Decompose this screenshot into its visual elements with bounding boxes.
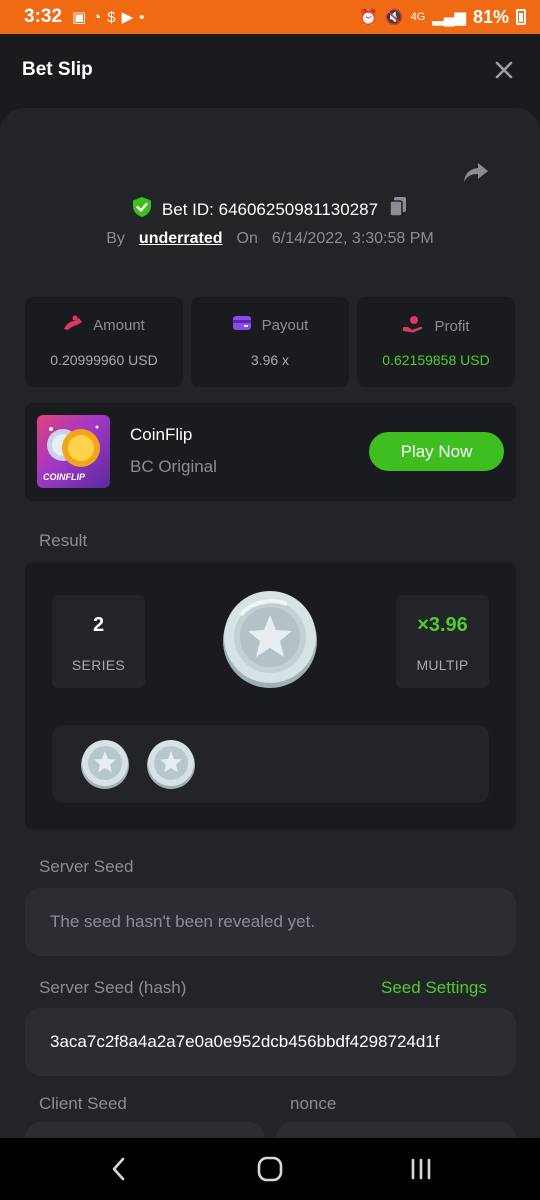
game-name: CoinFlip <box>130 425 193 444</box>
alarm-icon: ⏰ <box>359 8 378 26</box>
multiplier-label: MULTIP <box>416 657 469 673</box>
recents-icon[interactable] <box>406 1154 436 1184</box>
amount-label: Amount <box>93 316 145 334</box>
system-icons: ⏰ 🔇 4G ▂▄▆ 81% <box>359 7 526 28</box>
result-card: 2 SERIES ×3.96 MULTIP <box>25 562 516 830</box>
amount-value: 0.20999960 USD <box>50 352 158 368</box>
battery-percent: 81% <box>472 6 509 27</box>
bet-id: Bet ID: 64606250981130287 <box>161 199 379 219</box>
coin-icon <box>221 590 319 688</box>
game-card: COINFLIP CoinFlip BC Original Play Now <box>25 403 516 501</box>
amount-icon <box>63 315 83 335</box>
username-link[interactable]: underrated <box>139 230 223 248</box>
on-label: On <box>236 230 258 247</box>
nonce-field[interactable] <box>276 1122 516 1138</box>
series-value: 2 <box>92 614 105 636</box>
by-label: By <box>106 230 125 247</box>
game-subtitle: BC Original <box>130 457 217 476</box>
profit-icon <box>402 315 424 337</box>
multiplier-value: ×3.96 <box>417 614 468 636</box>
profit-card: Profit 0.62159858 USD <box>357 297 515 387</box>
header: Bet Slip <box>0 34 540 108</box>
server-seed-label: Server Seed <box>39 857 134 876</box>
series-box: 2 SERIES <box>52 595 145 688</box>
play-now-button[interactable]: Play Now <box>369 432 504 471</box>
bet-slip-panel: Bet ID: 64606250981130287 By underrated … <box>0 108 540 1138</box>
bet-id-row: Bet ID: 64606250981130287 <box>0 196 540 223</box>
signal-icon: ▂▄▆ <box>432 8 466 26</box>
shield-check-icon <box>132 196 152 223</box>
profit-value: 0.62159858 USD <box>382 352 490 368</box>
dollar-icon: $ <box>107 8 116 26</box>
client-seed-field[interactable] <box>25 1122 265 1138</box>
navigation-bar <box>0 1138 540 1200</box>
network-icon: 4G <box>410 10 426 23</box>
server-seed-hash-label: Server Seed (hash) <box>39 978 187 997</box>
status-bar: 3:32 ▣ ◔ $ ▶ • ⏰ 🔇 4G ▂▄▆ 81% <box>0 0 540 34</box>
mute-icon: 🔇 <box>384 8 404 26</box>
dot-icon: • <box>139 8 145 26</box>
nonce-label: nonce <box>290 1094 337 1113</box>
payout-card: Payout 3.96 x <box>191 297 349 387</box>
coin-icon <box>80 739 130 789</box>
play-icon: ▶ <box>121 8 134 26</box>
multiplier-box: ×3.96 MULTIP <box>396 595 489 688</box>
viber-icon: ◔ <box>92 8 102 26</box>
notification-icons: ▣ ◔ $ ▶ • <box>72 10 144 25</box>
copy-icon[interactable] <box>388 196 408 223</box>
bet-datetime: 6/14/2022, 3:30:58 PM <box>271 230 434 247</box>
seed-settings-link[interactable]: Seed Settings <box>381 978 487 998</box>
home-icon[interactable] <box>255 1154 285 1184</box>
payout-value: 3.96 x <box>250 352 290 368</box>
payout-label: Payout <box>261 316 309 334</box>
share-icon[interactable] <box>462 158 490 186</box>
close-icon[interactable] <box>492 58 516 82</box>
status-time: 3:32 <box>24 6 63 27</box>
gallery-icon: ▣ <box>72 8 87 26</box>
back-icon[interactable] <box>104 1154 134 1184</box>
series-label: SERIES <box>71 657 126 673</box>
bet-meta: By underrated On 6/14/2022, 3:30:58 PM <box>0 230 540 248</box>
result-label: Result <box>39 531 88 550</box>
coinflip-thumbnail[interactable]: COINFLIP <box>37 415 110 488</box>
server-seed-hash-field[interactable]: 3aca7c2f8a4a2a7e0a0e952dcb456bbdf4298724… <box>25 1008 516 1076</box>
coin-icon <box>146 739 196 789</box>
thumb-logo-text: COINFLIP <box>43 472 85 482</box>
profit-label: Profit <box>434 317 470 335</box>
server-seed-field: The seed hasn't been revealed yet. <box>25 888 516 956</box>
battery-icon <box>516 9 526 25</box>
amount-card: Amount 0.20999960 USD <box>25 297 183 387</box>
coin-history <box>52 725 489 803</box>
client-seed-label: Client Seed <box>39 1094 127 1113</box>
payout-icon <box>232 315 252 335</box>
page-title: Bet Slip <box>22 59 93 80</box>
